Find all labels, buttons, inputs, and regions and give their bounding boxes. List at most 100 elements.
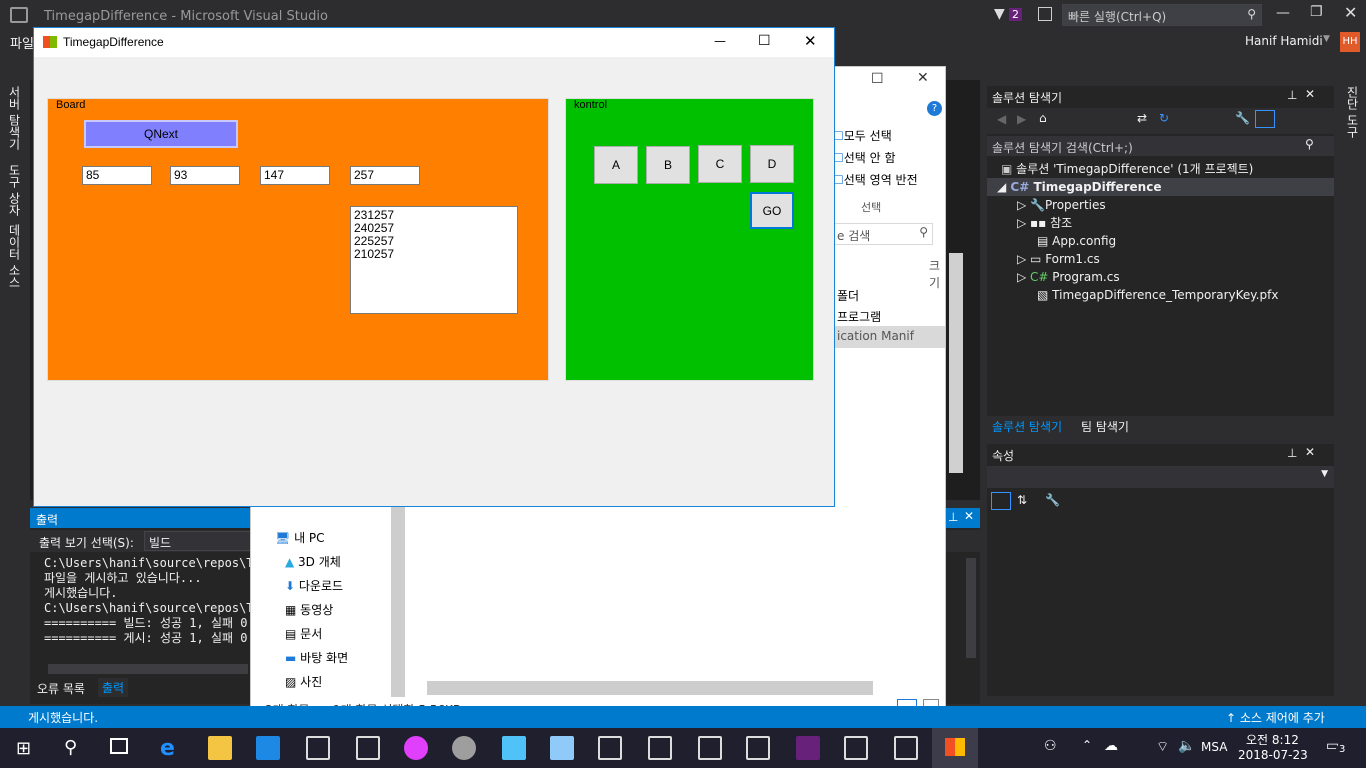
active-app-highlight[interactable] xyxy=(932,728,978,768)
wrench-icon[interactable]: 🔧 xyxy=(1235,111,1250,125)
close-icon[interactable]: ✕ xyxy=(964,509,974,523)
volume-icon[interactable]: 🔈 xyxy=(1178,738,1195,754)
visual-studio-icon[interactable] xyxy=(796,736,820,760)
file-explorer-icon[interactable] xyxy=(208,736,232,760)
explorer-search[interactable]: e 검색 ⚲ xyxy=(833,223,933,245)
window-icon[interactable] xyxy=(844,736,868,760)
categorized-icon[interactable] xyxy=(991,492,1011,510)
ribbon-select-none[interactable]: ☐선택 안 함 xyxy=(833,149,896,166)
app-icon[interactable] xyxy=(502,736,526,760)
people-icon[interactable]: ⚇ xyxy=(1044,738,1057,754)
file-row[interactable]: 프로그램 xyxy=(837,308,881,325)
avatar[interactable]: HH xyxy=(1340,32,1360,52)
properties-object-select[interactable]: ▼ xyxy=(987,466,1334,488)
list-item[interactable]: 210257 xyxy=(354,248,514,261)
window-icon[interactable] xyxy=(356,736,380,760)
minimize-button[interactable]: — xyxy=(1276,5,1290,21)
tree-item-references[interactable]: ▷ ▪▪ 참조 xyxy=(1017,214,1072,232)
ribbon-select-all[interactable]: ☐모두 선택 xyxy=(833,127,892,144)
input-1[interactable]: 85 xyxy=(82,166,152,185)
close-icon[interactable]: ✕ xyxy=(1305,445,1315,459)
left-tab-toolbox[interactable]: 도구 상자 xyxy=(6,164,23,216)
nav-item[interactable]: ▲ 3D 개체 xyxy=(285,553,341,570)
property-pages-icon[interactable]: 🔧 xyxy=(1045,493,1060,507)
network-icon[interactable]: ⌔ xyxy=(1156,738,1169,756)
file-row-selected[interactable]: ication Manif xyxy=(831,326,945,348)
restore-button[interactable]: ❐ xyxy=(1310,4,1323,20)
tree-item-properties[interactable]: ▷ 🔧Properties xyxy=(1017,196,1106,214)
tree-item-appconfig[interactable]: ▤ App.config xyxy=(1037,232,1116,250)
ime-indicator[interactable]: MSA xyxy=(1201,740,1227,754)
chevron-down-icon[interactable]: ▼ xyxy=(1323,34,1330,44)
column-header-size[interactable]: 크기 xyxy=(929,257,945,291)
vscode-icon[interactable] xyxy=(256,736,280,760)
pin-icon[interactable]: ⊥ xyxy=(948,510,958,524)
ribbon-invert[interactable]: ☐선택 영역 반전 xyxy=(833,171,918,188)
button-a[interactable]: A xyxy=(594,146,638,184)
minimize-button[interactable]: — xyxy=(714,34,726,48)
paint-icon[interactable] xyxy=(452,736,476,760)
preview-icon[interactable] xyxy=(1255,110,1275,128)
close-button[interactable]: ✕ xyxy=(1344,3,1357,22)
qnext-button[interactable]: QNext xyxy=(84,120,238,148)
pin-icon[interactable]: ⊥ xyxy=(1287,88,1297,102)
tree-item-form1[interactable]: ▷ ▭ Form1.cs xyxy=(1017,250,1100,268)
explorer-vscrollbar[interactable] xyxy=(949,253,963,473)
button-d[interactable]: D xyxy=(750,145,794,183)
clock-time[interactable]: 오전 8:12 xyxy=(1246,731,1299,748)
window-icon[interactable] xyxy=(746,736,770,760)
tab-output[interactable]: 출력 xyxy=(98,678,129,697)
feedback-icon[interactable] xyxy=(1038,7,1052,21)
window-icon[interactable] xyxy=(648,736,672,760)
button-b[interactable]: B xyxy=(646,146,690,184)
window-icon[interactable] xyxy=(306,736,330,760)
output-hscrollbar[interactable] xyxy=(48,664,248,674)
tab-error-list[interactable]: 오류 목록 xyxy=(37,680,85,697)
start-icon[interactable]: ⊞ xyxy=(16,738,31,759)
photos-icon[interactable] xyxy=(550,736,574,760)
filter-icon[interactable]: ▼ xyxy=(994,6,1005,22)
notification-badge[interactable]: 2 xyxy=(1009,8,1022,21)
quick-launch-input[interactable]: 빠른 실행(Ctrl+Q) ⚲ xyxy=(1062,4,1262,26)
nav-item[interactable]: 🖥 내 PC xyxy=(275,529,325,546)
nav-pane-scrollbar[interactable] xyxy=(391,507,405,697)
tab-solution-explorer[interactable]: 솔루션 탐색기 xyxy=(992,418,1062,435)
alphabetical-icon[interactable]: ⇅ xyxy=(1017,493,1027,507)
input-3[interactable]: 147 xyxy=(260,166,330,185)
close-icon[interactable]: ✕ xyxy=(917,70,929,86)
clock-date[interactable]: 2018-07-23 xyxy=(1238,748,1308,762)
nav-item[interactable]: ▨ 사진 xyxy=(285,673,322,690)
explorer-hscrollbar[interactable] xyxy=(427,681,873,695)
close-button[interactable]: ✕ xyxy=(804,32,817,50)
tree-item-pfx[interactable]: ▧ TimegapDifference_TemporaryKey.pfx xyxy=(1037,286,1278,304)
output-vscrollbar[interactable] xyxy=(966,558,976,658)
go-button[interactable]: GO xyxy=(750,192,794,229)
menu-file[interactable]: 파일 xyxy=(10,33,34,52)
nav-item[interactable]: ▤ 문서 xyxy=(285,625,322,642)
nav-item[interactable]: ▦ 동영상 xyxy=(285,601,333,618)
maximize-icon[interactable]: ☐ xyxy=(871,71,884,87)
result-listbox[interactable]: 231257 240257 225257 210257 xyxy=(350,206,518,314)
chevron-up-icon[interactable]: ⌃ xyxy=(1082,738,1092,752)
task-view-icon[interactable] xyxy=(110,738,128,754)
solution-search[interactable]: 솔루션 탐색기 검색(Ctrl+;) ⚲ xyxy=(987,136,1334,156)
tree-item-project[interactable]: ◢ C# TimegapDifference xyxy=(987,178,1334,196)
onedrive-icon[interactable]: ☁ xyxy=(1104,738,1118,754)
file-row[interactable]: 폴더 xyxy=(837,287,859,304)
input-4[interactable]: 257 xyxy=(350,166,420,185)
nav-item[interactable]: ▬ 바탕 화면 xyxy=(285,649,348,666)
tree-item-solution[interactable]: ▣ 솔루션 'TimegapDifference' (1개 프로젝트) xyxy=(1001,160,1253,178)
pin-icon[interactable]: ⊥ xyxy=(1287,446,1297,460)
right-tab-diagnostics[interactable]: 진단 도구 xyxy=(1344,86,1361,138)
forward-icon[interactable]: ▶ xyxy=(1017,112,1026,126)
search-icon[interactable]: ⚲ xyxy=(64,737,77,758)
tree-item-program[interactable]: ▷ C# Program.cs xyxy=(1017,268,1120,286)
source-control-button[interactable]: ↑ 소스 제어에 추가 xyxy=(1226,709,1325,726)
left-tab-datasource[interactable]: 데이터 소스 xyxy=(6,224,23,288)
sync-icon[interactable]: ⇄ xyxy=(1137,111,1147,125)
left-tab-server[interactable]: 서버 탐색기 xyxy=(6,86,23,150)
input-2[interactable]: 93 xyxy=(170,166,240,185)
reader-icon[interactable] xyxy=(598,736,622,760)
window-icon[interactable] xyxy=(698,736,722,760)
button-c[interactable]: C xyxy=(698,145,742,183)
